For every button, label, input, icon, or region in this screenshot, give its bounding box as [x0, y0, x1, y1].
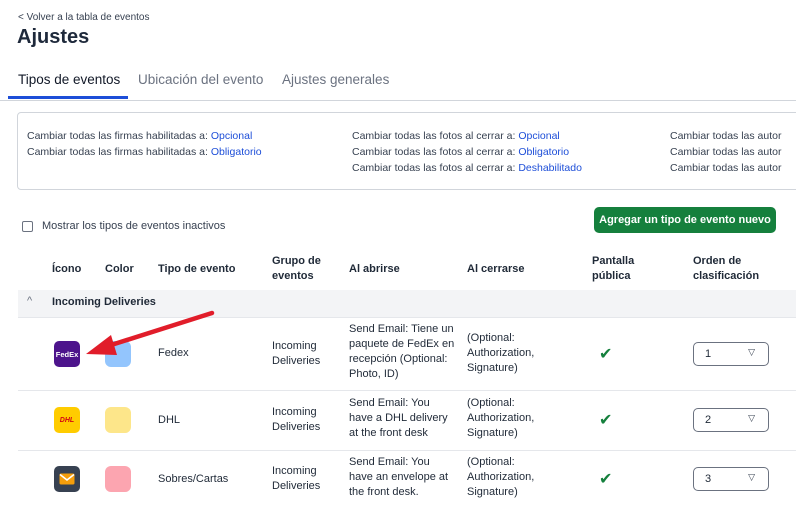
group-name: Incoming Deliveries [52, 296, 156, 308]
bulk-text: Cambiar todas las autor [670, 162, 782, 174]
check-icon: ✔ [599, 471, 613, 488]
header-event-group: Grupo de eventos [272, 255, 321, 282]
header-icon: Ícono [52, 263, 82, 275]
photos-disabled-link[interactable]: Deshabilitado [518, 162, 582, 174]
bulk-text: Cambiar todas las fotos al cerrar a: [352, 146, 519, 158]
color-swatch[interactable] [105, 466, 131, 492]
envelope-icon [54, 466, 80, 492]
bulk-text: Cambiar todas las autor [670, 146, 782, 158]
event-group: Incoming Deliveries [272, 406, 321, 433]
sort-order-value: 1 [705, 348, 712, 360]
tab-event-types[interactable]: Tipos de eventos [18, 72, 120, 87]
icon-text: DHL [59, 416, 75, 424]
bulk-settings-panel: Cambiar todas las firmas habilitadas a: … [17, 112, 796, 190]
signatures-required-link[interactable]: Obligatorio [211, 146, 262, 158]
header-sort-order: Orden de clasificación [693, 255, 760, 282]
table-row: DHL DHL Incoming Deliveries Send Email: … [18, 390, 796, 451]
bulk-text: Cambiar todas las fotos al cerrar a: [352, 130, 519, 142]
sort-order-value: 2 [705, 414, 712, 426]
authorization-settings: Cambiar todas las autor Cambiar todas la… [670, 128, 781, 176]
sort-order-select[interactable]: 1 ▽ [693, 342, 769, 366]
icon-text: FedEx [55, 349, 79, 359]
header-on-open: Al abrirse [349, 263, 400, 275]
sort-order-select[interactable]: 2 ▽ [693, 408, 769, 432]
on-open-action: Send Email: You have an envelope at the … [349, 456, 449, 498]
table-row: FedEx Fedex Incoming Deliveries Send Ema… [18, 317, 796, 391]
dhl-logo-icon: DHL [54, 407, 80, 433]
color-swatch[interactable] [105, 407, 131, 433]
on-open-action: Send Email: Tiene un paquete de FedEx en… [349, 323, 455, 380]
event-type-name: Fedex [158, 347, 189, 359]
on-close-action: (Optional: Authorization, Signature) [467, 332, 535, 374]
event-type-name: DHL [158, 414, 181, 426]
signature-settings: Cambiar todas las firmas habilitadas a: … [27, 128, 262, 160]
tab-general-settings[interactable]: Ajustes generales [282, 72, 389, 87]
active-tab-indicator [8, 96, 128, 99]
header-event-type: Tipo de evento [158, 263, 236, 275]
event-group: Incoming Deliveries [272, 465, 321, 492]
fedex-logo-icon: FedEx [54, 341, 80, 367]
show-inactive-toggle[interactable]: Mostrar los tipos de eventos inactivos [22, 220, 225, 232]
sort-order-value: 3 [705, 473, 712, 485]
header-public-screen: Pantalla pública [592, 255, 635, 282]
show-inactive-checkbox[interactable] [22, 220, 33, 232]
bulk-text: Cambiar todas las fotos al cerrar a: [352, 162, 519, 174]
sort-order-select[interactable]: 3 ▽ [693, 467, 769, 491]
on-open-action: Send Email: You have a DHL delivery at t… [349, 397, 448, 439]
color-swatch[interactable] [105, 341, 131, 367]
check-icon: ✔ [599, 412, 613, 429]
collapse-chevron-icon[interactable]: ^ [27, 295, 32, 307]
check-icon: ✔ [599, 346, 613, 363]
chevron-down-icon: ▽ [748, 347, 755, 357]
show-inactive-label: Mostrar los tipos de eventos inactivos [42, 220, 226, 232]
photos-required-link[interactable]: Obligatorio [518, 146, 569, 158]
photo-settings: Cambiar todas las fotos al cerrar a: Opc… [352, 128, 582, 176]
event-type-name: Sobres/Cartas [158, 473, 229, 485]
photos-optional-link[interactable]: Opcional [518, 130, 559, 142]
tab-bar: Tipos de eventos Ubicación del evento Aj… [0, 62, 796, 101]
back-to-events-link[interactable]: < Volver a la tabla de eventos [18, 12, 149, 23]
add-event-type-button[interactable]: Agregar un tipo de evento nuevo [594, 207, 776, 233]
table-row: Sobres/Cartas Incoming Deliveries Send E… [18, 450, 796, 510]
chevron-down-icon: ▽ [748, 413, 755, 423]
table-header: Ícono Color Tipo de evento Grupo de even… [18, 248, 796, 291]
chevron-down-icon: ▽ [748, 472, 755, 482]
header-on-close: Al cerrarse [467, 263, 525, 275]
on-close-action: (Optional: Authorization, Signature) [467, 456, 535, 498]
on-close-action: (Optional: Authorization, Signature) [467, 397, 535, 439]
tab-event-location[interactable]: Ubicación del evento [138, 72, 263, 87]
signatures-optional-link[interactable]: Opcional [211, 130, 252, 142]
bulk-text: Cambiar todas las firmas habilitadas a: [27, 146, 211, 158]
bulk-text: Cambiar todas las firmas habilitadas a: [27, 130, 211, 142]
envelope-glyph [59, 473, 75, 485]
page-title: Ajustes [17, 26, 90, 48]
bulk-text: Cambiar todas las autor [670, 130, 782, 142]
group-header-incoming-deliveries: ^ Incoming Deliveries [18, 290, 796, 318]
header-color: Color [105, 263, 134, 275]
event-group: Incoming Deliveries [272, 340, 321, 367]
